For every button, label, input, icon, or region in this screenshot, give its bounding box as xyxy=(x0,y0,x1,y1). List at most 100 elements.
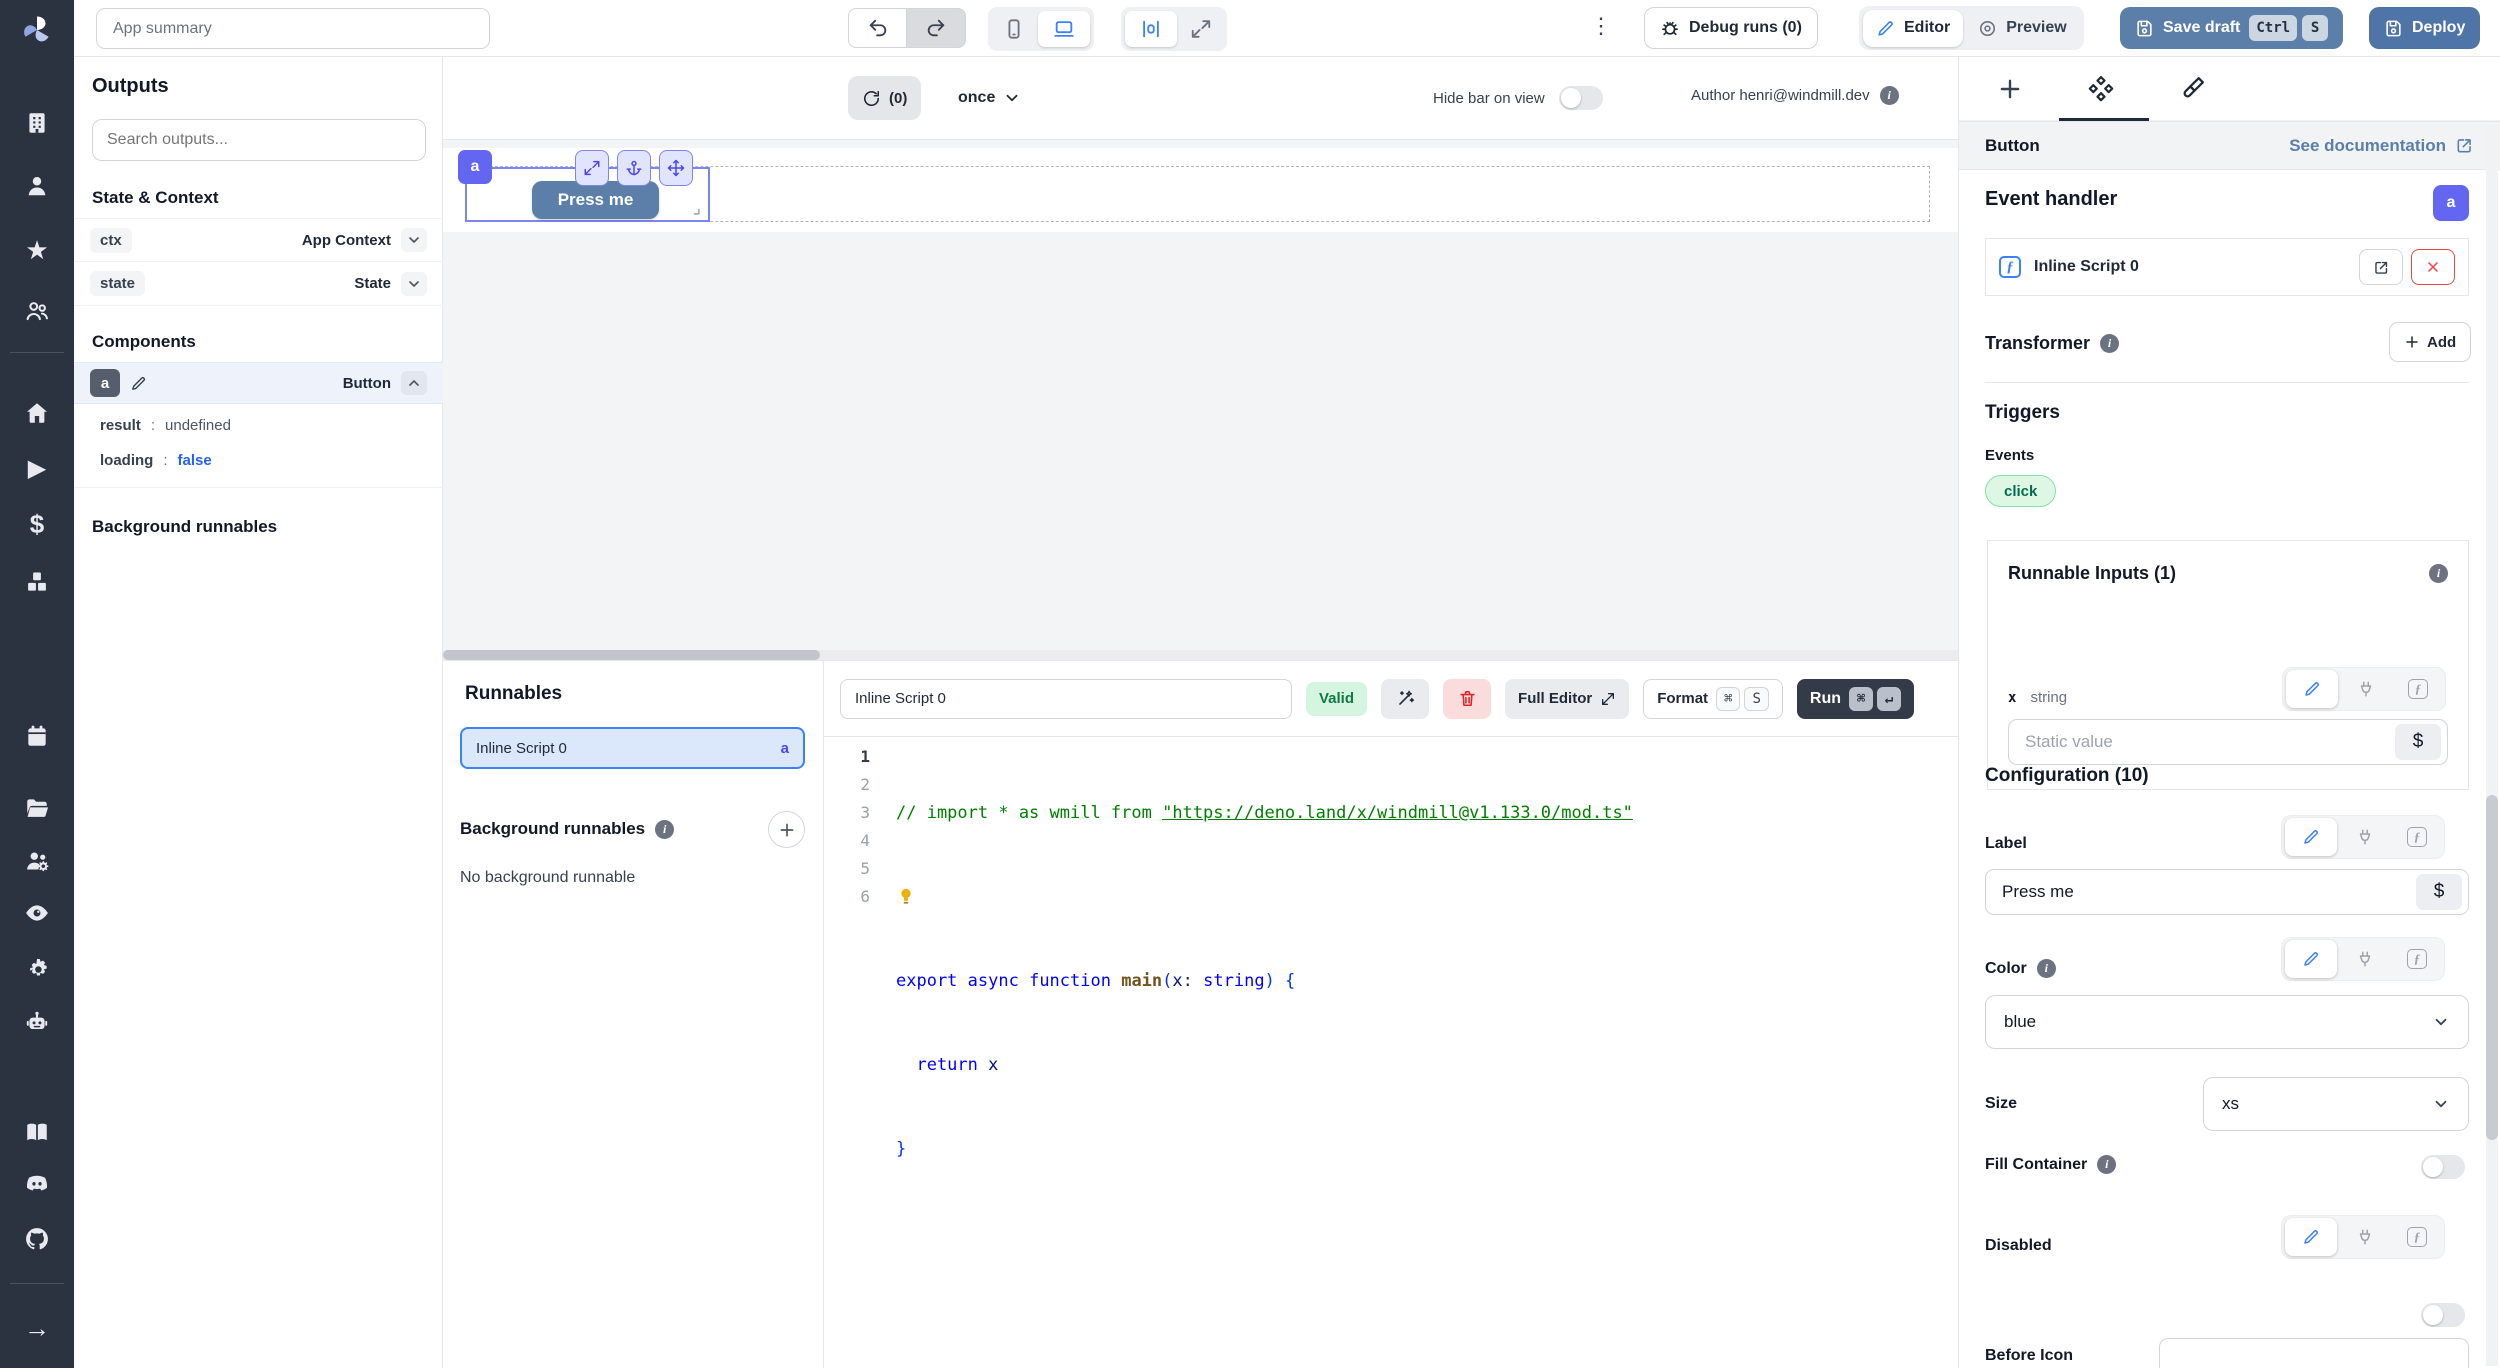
workspace-icon[interactable] xyxy=(0,101,74,145)
audit-logs-eye-icon[interactable] xyxy=(0,891,74,935)
eval-source-button[interactable]: ƒ xyxy=(2393,818,2441,856)
center-content-button[interactable] xyxy=(1125,11,1177,47)
schedules-calendar-icon[interactable] xyxy=(0,714,74,758)
format-button[interactable]: Format ⌘ S xyxy=(1643,679,1783,719)
lightbulb-suggestion-icon[interactable] xyxy=(896,886,916,906)
author-info-icon[interactable]: i xyxy=(1880,86,1899,105)
docs-book-icon[interactable] xyxy=(0,1110,74,1154)
run-button[interactable]: Run ⌘ ↵ xyxy=(1797,679,1914,719)
handler-script-card[interactable]: ƒ Inline Script 0 xyxy=(1985,238,2469,296)
insert-variable-dollar-button[interactable]: $ xyxy=(2395,724,2441,760)
app-summary-input[interactable] xyxy=(96,8,490,49)
script-name-input[interactable] xyxy=(840,679,1292,719)
recompute-all-button[interactable]: (0) xyxy=(848,76,921,120)
background-runnables-info-icon[interactable]: i xyxy=(655,820,674,839)
collapse-sidebar-arrow-icon[interactable]: → xyxy=(0,1306,74,1350)
anchor-component-button[interactable] xyxy=(617,150,651,186)
canvas-hscrollbar-thumb[interactable] xyxy=(443,650,820,660)
full-editor-button[interactable]: Full Editor xyxy=(1505,679,1629,719)
static-source-button[interactable] xyxy=(2285,818,2337,856)
static-source-button[interactable] xyxy=(2285,940,2337,978)
code-content[interactable]: // import * as wmill from "https://deno.… xyxy=(896,743,1633,1219)
ctx-expand-chevron-icon[interactable] xyxy=(401,228,427,252)
more-options-kebab-icon[interactable]: ⋮ xyxy=(1590,13,1613,39)
save-draft-button[interactable]: Save draft Ctrl S xyxy=(2120,7,2343,49)
size-select[interactable]: xs xyxy=(2203,1077,2469,1131)
settings-gear-icon[interactable] xyxy=(0,946,74,990)
desktop-view-button[interactable] xyxy=(1038,11,1090,47)
static-source-button[interactable] xyxy=(2286,670,2338,708)
move-component-button[interactable] xyxy=(659,150,693,186)
user-icon[interactable] xyxy=(0,164,74,208)
label-value-input[interactable] xyxy=(1985,869,2469,915)
redo-button[interactable] xyxy=(907,8,966,48)
add-transformer-button[interactable]: Add xyxy=(2389,322,2471,362)
eval-source-button[interactable]: ƒ xyxy=(2393,940,2441,978)
discord-icon[interactable] xyxy=(0,1162,74,1206)
favorites-star-icon[interactable]: ★ xyxy=(0,228,74,272)
undo-button[interactable] xyxy=(848,8,907,48)
static-source-button[interactable] xyxy=(2285,1218,2337,1256)
output-row-ctx[interactable]: ctx App Context xyxy=(74,218,443,262)
color-select[interactable]: blue xyxy=(1985,995,2469,1049)
tab-insert-plus-icon[interactable] xyxy=(1997,76,2023,102)
fill-container-info-icon[interactable]: i xyxy=(2097,1155,2116,1174)
state-expand-chevron-icon[interactable] xyxy=(401,272,427,296)
before-icon-input[interactable] xyxy=(2159,1338,2469,1368)
recompute-mode-dropdown[interactable]: once xyxy=(958,76,1021,120)
search-outputs-input[interactable] xyxy=(92,119,426,161)
tab-settings-diamonds-icon[interactable] xyxy=(2087,75,2115,103)
ai-bot-icon[interactable] xyxy=(0,1000,74,1044)
connect-source-button[interactable] xyxy=(2341,818,2389,856)
runs-play-icon[interactable]: ▶ xyxy=(0,447,74,491)
remove-script-button[interactable] xyxy=(2411,249,2455,285)
connect-source-button[interactable] xyxy=(2341,940,2389,978)
open-script-button[interactable] xyxy=(2359,249,2403,285)
component-collapse-chevron-icon[interactable] xyxy=(401,371,427,395)
resources-cubes-icon[interactable] xyxy=(0,560,74,604)
groups-manage-icon[interactable] xyxy=(0,839,74,883)
runnable-item-inline-script-0[interactable]: Inline Script 0 a xyxy=(460,727,805,769)
eval-source-button[interactable]: ƒ xyxy=(2393,1218,2441,1256)
windmill-logo[interactable] xyxy=(0,8,74,52)
expand-component-button[interactable] xyxy=(575,150,609,186)
variables-dollar-icon[interactable]: $ xyxy=(0,502,74,546)
transformer-info-icon[interactable]: i xyxy=(2100,334,2119,353)
connect-source-button[interactable] xyxy=(2342,670,2390,708)
edit-component-pencil-icon[interactable] xyxy=(130,375,147,392)
ai-wand-button[interactable] xyxy=(1381,679,1429,719)
delete-script-button[interactable] xyxy=(1443,679,1491,719)
see-documentation-link[interactable]: See documentation xyxy=(2289,136,2474,156)
add-background-runnable-button[interactable] xyxy=(768,811,805,848)
mobile-view-button[interactable] xyxy=(992,11,1036,47)
groups-icon[interactable] xyxy=(0,289,74,333)
app-canvas[interactable]: Press me a xyxy=(443,140,1958,660)
component-row-a[interactable]: a Button xyxy=(74,362,443,404)
color-info-icon[interactable]: i xyxy=(2037,959,2056,978)
insert-variable-dollar-button[interactable]: $ xyxy=(2416,874,2462,910)
home-icon[interactable] xyxy=(0,391,74,435)
deploy-button[interactable]: Deploy xyxy=(2369,7,2480,49)
static-value-input[interactable] xyxy=(2008,719,2448,765)
code-area[interactable]: 1 2 3 4 5 6 // import * as wmill from "h… xyxy=(824,737,1958,1368)
tab-theme-brush-icon[interactable] xyxy=(2179,75,2206,102)
panel-scrollbar-thumb[interactable] xyxy=(2486,795,2498,1140)
press-me-button[interactable]: Press me xyxy=(532,181,659,219)
editor-tab[interactable]: Editor xyxy=(1863,10,1963,47)
hide-bar-toggle[interactable] xyxy=(1559,86,1603,110)
output-row-state[interactable]: state State xyxy=(74,262,443,306)
fill-container-toggle[interactable] xyxy=(2421,1155,2465,1179)
debug-runs-button[interactable]: Debug runs (0) xyxy=(1644,7,1818,49)
plug-icon xyxy=(2356,1228,2374,1246)
resize-corner-handle[interactable] xyxy=(687,202,702,217)
code-line-2 xyxy=(896,883,1633,911)
github-icon[interactable] xyxy=(0,1217,74,1261)
folders-icon[interactable] xyxy=(0,786,74,830)
runnable-inputs-info-icon[interactable]: i xyxy=(2429,564,2448,583)
disabled-toggle[interactable] xyxy=(2421,1303,2465,1327)
connect-source-button[interactable] xyxy=(2341,1218,2389,1256)
full-width-button[interactable] xyxy=(1179,11,1223,47)
eval-source-button[interactable]: ƒ xyxy=(2394,670,2442,708)
preview-tab[interactable]: Preview xyxy=(1965,10,2079,47)
component-tag-badge[interactable]: a xyxy=(458,150,492,184)
